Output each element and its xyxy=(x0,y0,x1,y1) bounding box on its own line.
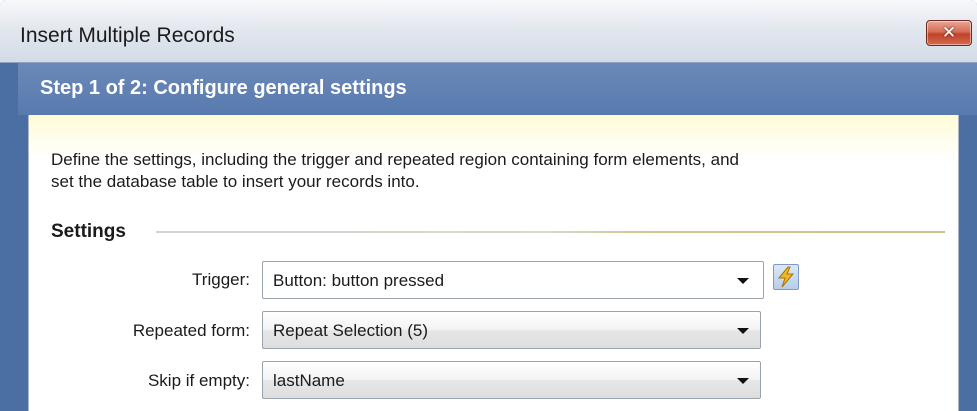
description: Define the settings, including the trigg… xyxy=(51,149,951,193)
trigger-dropdown[interactable]: Button: button pressed xyxy=(262,261,764,299)
chevron-down-icon[interactable] xyxy=(737,328,749,334)
settings-section-title: Settings xyxy=(51,221,126,242)
step-header: Step 1 of 2: Configure general settings xyxy=(18,63,977,115)
description-line-2: set the database table to insert your re… xyxy=(51,172,420,191)
repeated-form-value: Repeat Selection (5) xyxy=(273,321,428,340)
content-panel: Define the settings, including the trigg… xyxy=(28,115,959,411)
skip-if-empty-label: Skip if empty: xyxy=(147,371,250,390)
repeated-form-label: Repeated form: xyxy=(132,321,250,340)
close-button[interactable]: ✕ xyxy=(926,20,972,46)
lightning-bolt-icon xyxy=(777,266,795,288)
skip-if-empty-dropdown[interactable]: lastName xyxy=(262,361,761,399)
trigger-value: Button: button pressed xyxy=(273,271,445,290)
description-line-1: Define the settings, including the trigg… xyxy=(51,150,739,169)
trigger-action-button[interactable] xyxy=(773,264,799,290)
step-title: Step 1 of 2: Configure general settings xyxy=(40,77,407,99)
title-bar: Insert Multiple Records ✕ xyxy=(0,0,977,63)
skip-if-empty-value: lastName xyxy=(273,371,345,390)
repeated-form-dropdown[interactable]: Repeat Selection (5) xyxy=(262,311,761,349)
close-icon: ✕ xyxy=(941,23,957,43)
chevron-down-icon[interactable] xyxy=(737,378,749,384)
section-divider xyxy=(156,231,945,233)
window-title: Insert Multiple Records xyxy=(20,24,235,47)
trigger-label: Trigger: xyxy=(192,270,250,289)
chevron-down-icon[interactable] xyxy=(737,278,749,284)
dialog-window: Insert Multiple Records ✕ Step 1 of 2: C… xyxy=(0,0,977,411)
